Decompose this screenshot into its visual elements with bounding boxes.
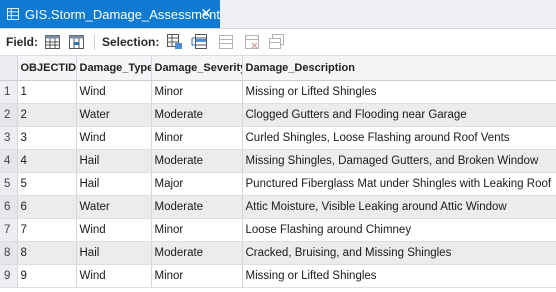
table-icon: [7, 8, 19, 20]
table-row[interactable]: 2 2 Water Moderate Clogged Gutters and F…: [0, 103, 556, 127]
cell-damage-severity[interactable]: Minor: [151, 218, 243, 242]
table-row[interactable]: 9 9 Wind Minor Missing or Lifted Shingle…: [0, 264, 556, 288]
cell-damage-description[interactable]: Missing or Lifted Shingles: [242, 264, 556, 288]
selection-label: Selection:: [102, 35, 160, 49]
switch-selection-icon[interactable]: [191, 33, 209, 51]
tab-bar: GIS.Storm_Damage_Assessment ✕: [0, 0, 556, 29]
cell-damage-severity[interactable]: Major: [151, 172, 243, 196]
cell-damage-description[interactable]: Missing or Lifted Shingles: [242, 80, 556, 104]
close-icon[interactable]: ✕: [200, 6, 212, 20]
table-row[interactable]: 8 8 Hail Moderate Cracked, Bruising, and…: [0, 241, 556, 265]
cell-damage-severity[interactable]: Moderate: [151, 195, 243, 219]
cell-damage-type[interactable]: Hail: [76, 149, 152, 173]
table-row[interactable]: 1 1 Wind Minor Missing or Lifted Shingle…: [0, 80, 556, 104]
cell-objectid[interactable]: 9: [17, 264, 77, 288]
row-number[interactable]: 9: [0, 264, 18, 288]
cell-damage-type[interactable]: Wind: [76, 264, 152, 288]
cell-damage-type[interactable]: Wind: [76, 126, 152, 150]
cell-damage-description[interactable]: Punctured Fiberglass Mat under Shingles …: [242, 172, 556, 196]
cell-damage-description[interactable]: Loose Flashing around Chimney: [242, 218, 556, 242]
row-number[interactable]: 8: [0, 241, 18, 265]
cell-damage-severity[interactable]: Minor: [151, 80, 243, 104]
row-number[interactable]: 7: [0, 218, 18, 242]
cell-damage-description[interactable]: Clogged Gutters and Flooding near Garage: [242, 103, 556, 127]
row-header-corner[interactable]: [0, 56, 18, 81]
cell-damage-severity[interactable]: Moderate: [151, 103, 243, 127]
table-row[interactable]: 6 6 Water Moderate Attic Moisture, Visib…: [0, 195, 556, 219]
row-number[interactable]: 5: [0, 172, 18, 196]
select-by-attributes-icon[interactable]: [166, 33, 184, 51]
cell-damage-description[interactable]: Cracked, Bruising, and Missing Shingles: [242, 241, 556, 265]
table-row[interactable]: 5 5 Hail Major Punctured Fiberglass Mat …: [0, 172, 556, 196]
cell-objectid[interactable]: 1: [17, 80, 77, 104]
row-number[interactable]: 2: [0, 103, 18, 127]
table-row[interactable]: 4 4 Hail Moderate Missing Shingles, Dama…: [0, 149, 556, 173]
field-label: Field:: [6, 35, 38, 49]
cell-damage-severity[interactable]: Moderate: [151, 241, 243, 265]
table-row[interactable]: 3 3 Wind Minor Curled Shingles, Loose Fl…: [0, 126, 556, 150]
table-row[interactable]: 7 7 Wind Minor Loose Flashing around Chi…: [0, 218, 556, 242]
cell-objectid[interactable]: 6: [17, 195, 77, 219]
delete-selected-icon[interactable]: [243, 33, 261, 51]
row-number[interactable]: 1: [0, 80, 18, 104]
cell-damage-severity[interactable]: Moderate: [151, 149, 243, 173]
attribute-table: OBJECTID * Damage_Type Damage_Severity D…: [0, 56, 556, 288]
tab-title: GIS.Storm_Damage_Assessment: [24, 6, 220, 22]
cell-damage-type[interactable]: Hail: [76, 172, 152, 196]
calculate-field-icon[interactable]: [68, 33, 86, 51]
cell-damage-type[interactable]: Water: [76, 195, 152, 219]
cell-objectid[interactable]: 8: [17, 241, 77, 265]
tab-storm-damage-assessment[interactable]: GIS.Storm_Damage_Assessment ✕: [0, 0, 220, 28]
copy-selected-icon[interactable]: [268, 33, 286, 51]
column-header-objectid[interactable]: OBJECTID *: [17, 56, 77, 81]
toolbar-separator: [94, 34, 95, 50]
column-header-damage-description[interactable]: Damage_Description: [242, 56, 556, 81]
cell-damage-severity[interactable]: Minor: [151, 264, 243, 288]
table-toolbar: Field: Selection:: [0, 29, 556, 56]
add-field-icon[interactable]: [44, 33, 62, 51]
header-row: OBJECTID * Damage_Type Damage_Severity D…: [0, 56, 556, 81]
row-number[interactable]: 4: [0, 149, 18, 173]
column-header-damage-severity[interactable]: Damage_Severity: [151, 56, 243, 81]
cell-objectid[interactable]: 3: [17, 126, 77, 150]
clear-selection-icon[interactable]: [217, 33, 235, 51]
cell-objectid[interactable]: 7: [17, 218, 77, 242]
cell-damage-description[interactable]: Curled Shingles, Loose Flashing around R…: [242, 126, 556, 150]
row-number[interactable]: 3: [0, 126, 18, 150]
column-header-damage-type[interactable]: Damage_Type: [76, 56, 152, 81]
cell-objectid[interactable]: 2: [17, 103, 77, 127]
cell-damage-type[interactable]: Water: [76, 103, 152, 127]
row-number[interactable]: 6: [0, 195, 18, 219]
cell-damage-type[interactable]: Hail: [76, 241, 152, 265]
cell-objectid[interactable]: 4: [17, 149, 77, 173]
cell-objectid[interactable]: 5: [17, 172, 77, 196]
cell-damage-type[interactable]: Wind: [76, 80, 152, 104]
cell-damage-description[interactable]: Missing Shingles, Damaged Gutters, and B…: [242, 149, 556, 173]
cell-damage-type[interactable]: Wind: [76, 218, 152, 242]
cell-damage-description[interactable]: Attic Moisture, Visible Leaking around A…: [242, 195, 556, 219]
cell-damage-severity[interactable]: Minor: [151, 126, 243, 150]
